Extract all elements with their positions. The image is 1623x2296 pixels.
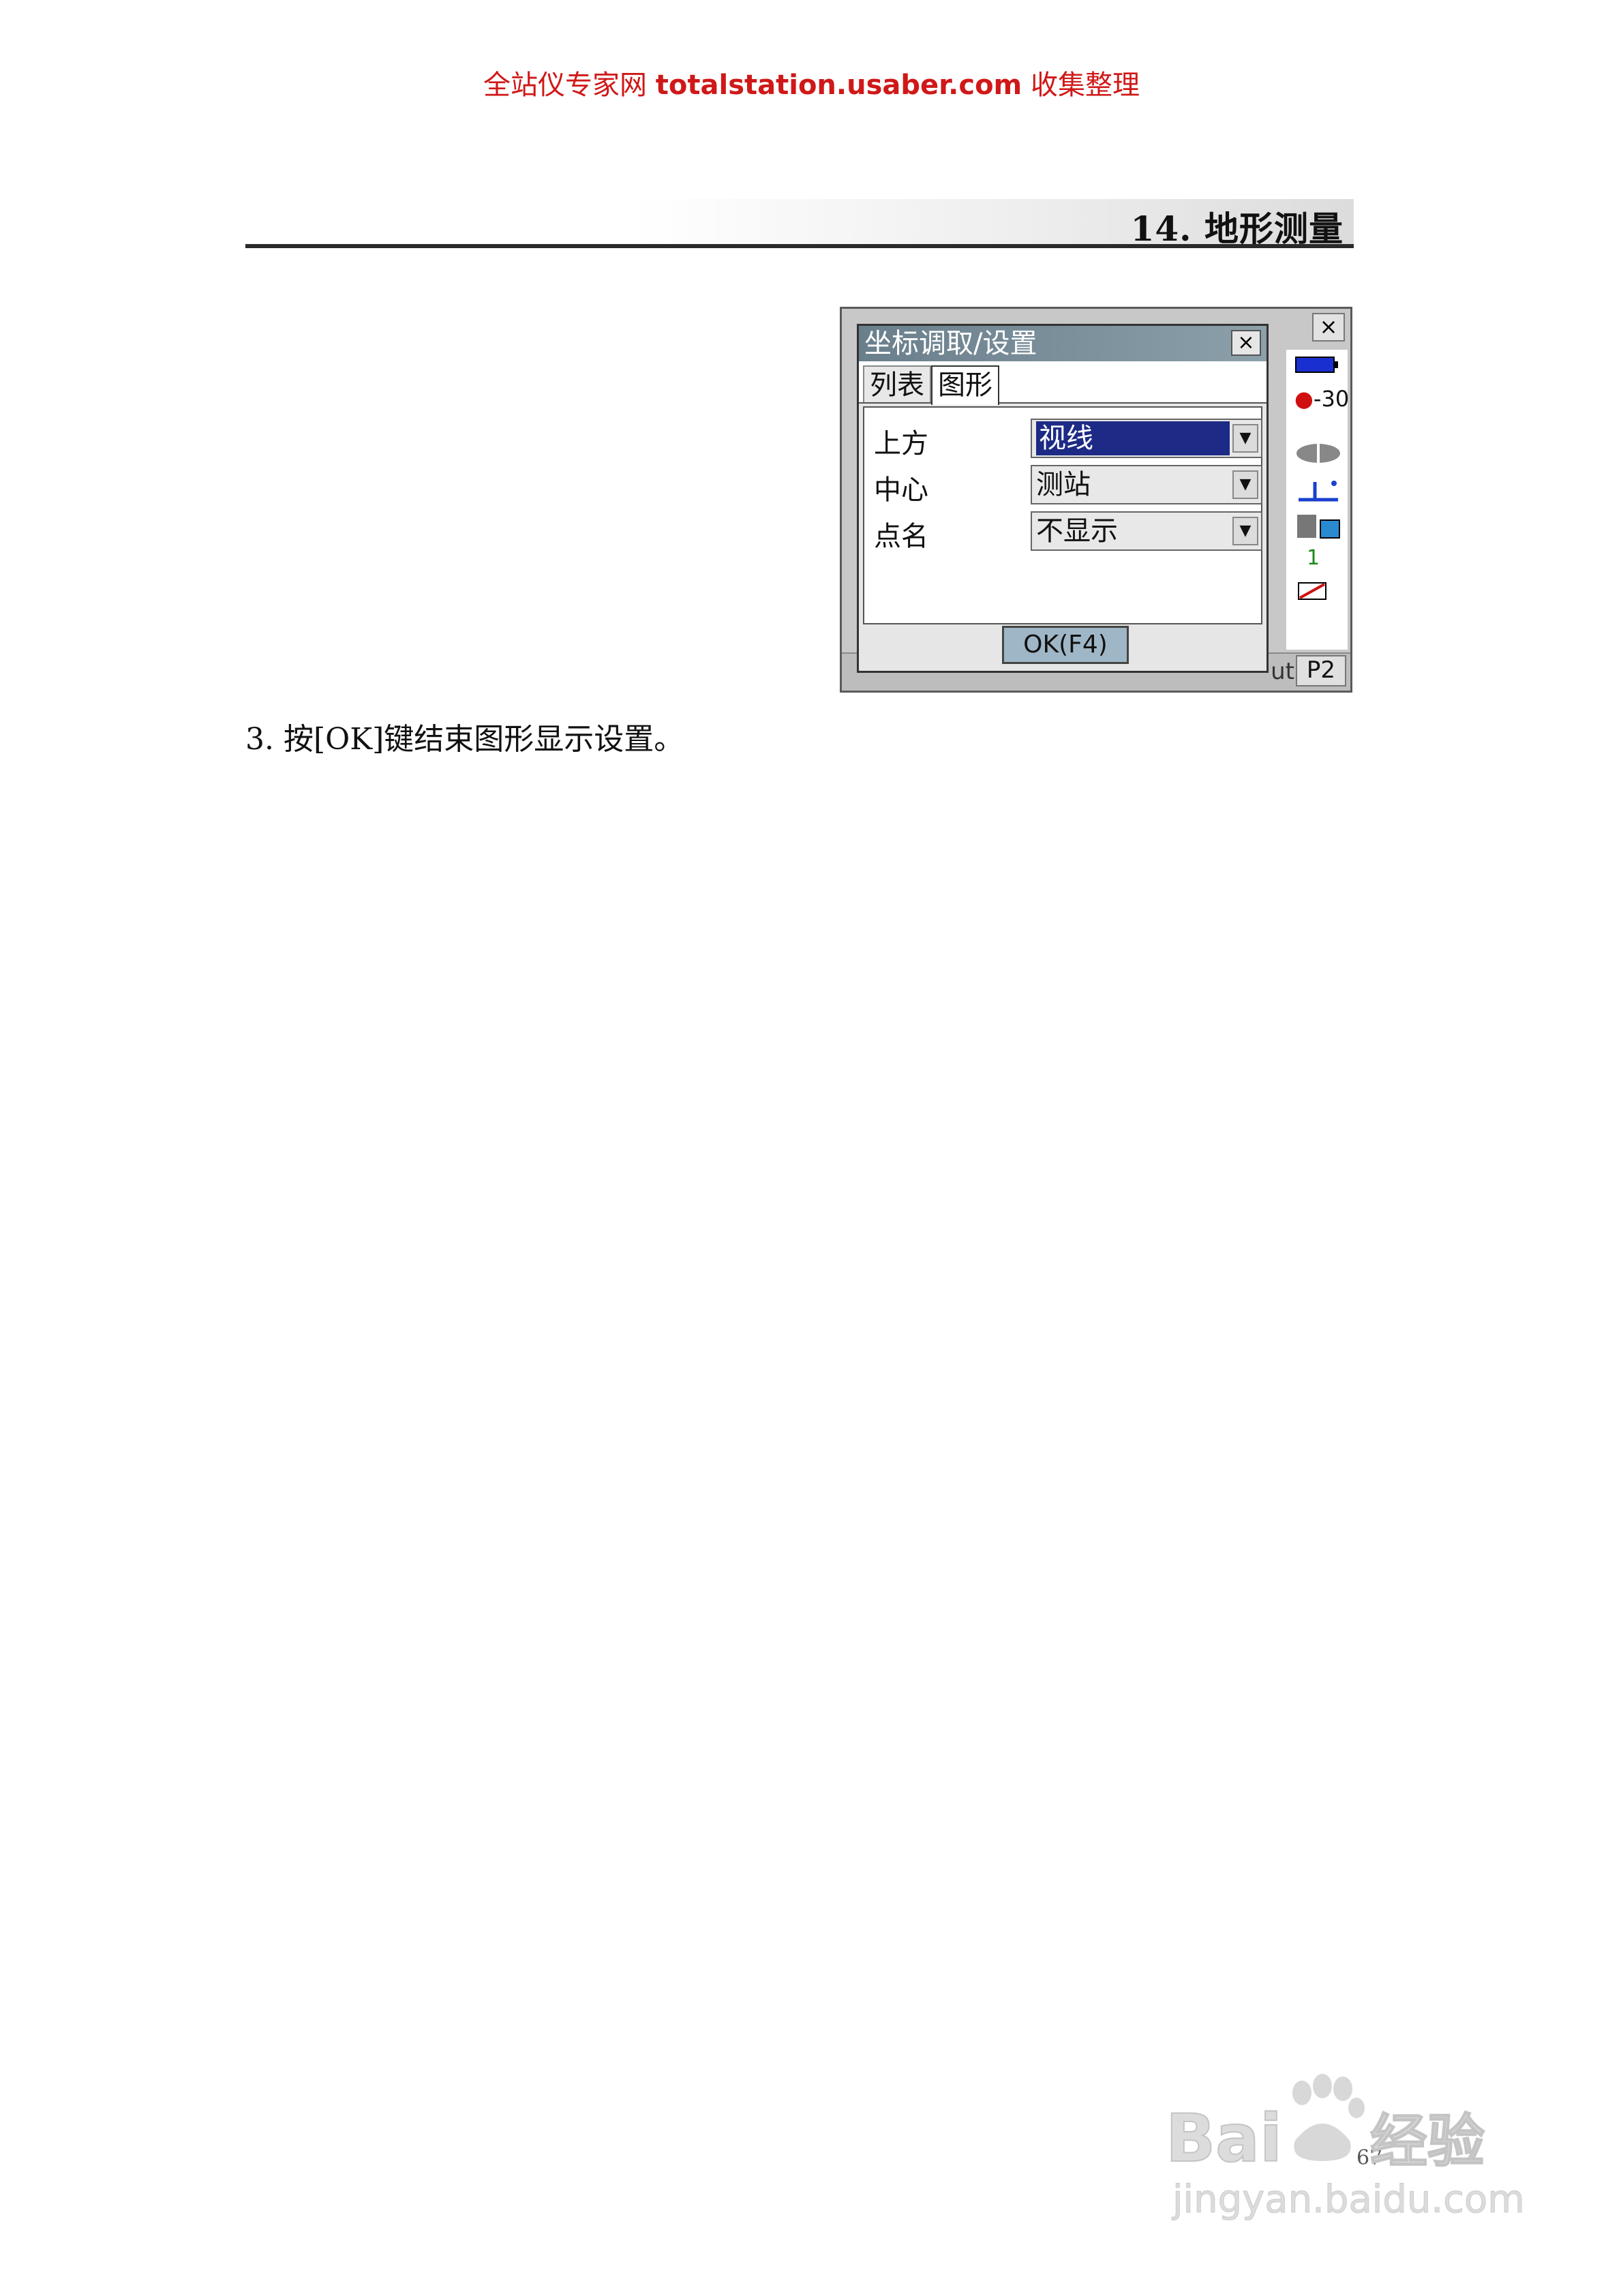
instrument-icon [1294,511,1344,547]
svg-text:经验: 经验 [1370,2108,1485,2175]
logo-url: jingyan.baidu.com [1171,2177,1525,2222]
top-select[interactable]: 视线 ▼ [1031,419,1262,458]
dialog: 坐标调取/设置 × 列表 图形 上方 视线 ▼ 中心 测站 ▼ 点名 不显示 ▼… [857,324,1269,673]
top-select-value: 视线 [1036,421,1230,455]
status-panel: ●-30 1 [1286,350,1350,650]
chevron-down-icon[interactable]: ▼ [1232,517,1258,545]
center-select-value: 测站 [1036,469,1091,500]
tab-list[interactable]: 列表 [863,365,931,402]
dialog-title: 坐标调取/设置 [864,328,1037,359]
page-indicator[interactable]: P2 [1296,655,1346,686]
center-select[interactable]: 测站 ▼ [1031,465,1262,504]
baidu-jingyan-logo: Bai 经验 jingyan.baidu.com [1159,2066,1541,2236]
signal-icon [1294,579,1335,609]
device-close-button[interactable]: × [1312,313,1345,342]
tab-bar: 列表 图形 [859,361,1266,405]
watermark-suffix: 收集整理 [1030,70,1140,101]
point-name-select[interactable]: 不显示 ▼ [1031,511,1262,551]
count-indicator: 1 [1307,545,1320,572]
watermark-prefix: 全站仪专家网 [483,70,648,101]
svg-text:Bai: Bai [1166,2100,1282,2177]
target-icon [1294,440,1342,473]
tab-graphic[interactable]: 图形 [931,365,999,405]
form-area: 上方 视线 ▼ 中心 测站 ▼ 点名 不显示 ▼ [863,406,1262,624]
field-label-point-name: 点名 [874,521,928,552]
tilt-icon [1294,477,1342,510]
chevron-down-icon[interactable]: ▼ [1232,470,1258,499]
dialog-close-button[interactable]: × [1231,330,1261,356]
prism-constant: ●-30 [1294,386,1350,412]
point-name-select-value: 不显示 [1036,515,1118,547]
chevron-down-icon[interactable]: ▼ [1232,424,1258,453]
count-value: 1 [1307,546,1320,570]
step-instruction: 3. 按[OK]键结束图形显示设置。 [245,722,684,757]
header-rule [245,244,1354,248]
battery-icon [1294,354,1339,381]
ok-button[interactable]: OK(F4) [1002,626,1129,664]
watermark-site: totalstation.usaber.com [655,70,1022,101]
field-label-top: 上方 [874,428,928,459]
device-screenshot: × ●-30 1 ut P2 坐标调取/设置 × 列表 图形 上方 视线 ▼ 中… [840,307,1352,693]
prism-constant-value: -30 [1313,386,1350,412]
softkey-fragment: ut [1271,658,1294,685]
watermark: 全站仪专家网 totalstation.usaber.com 收集整理 [0,63,1623,102]
field-label-center: 中心 [874,474,928,506]
dialog-titlebar: 坐标调取/设置 × [859,326,1266,361]
